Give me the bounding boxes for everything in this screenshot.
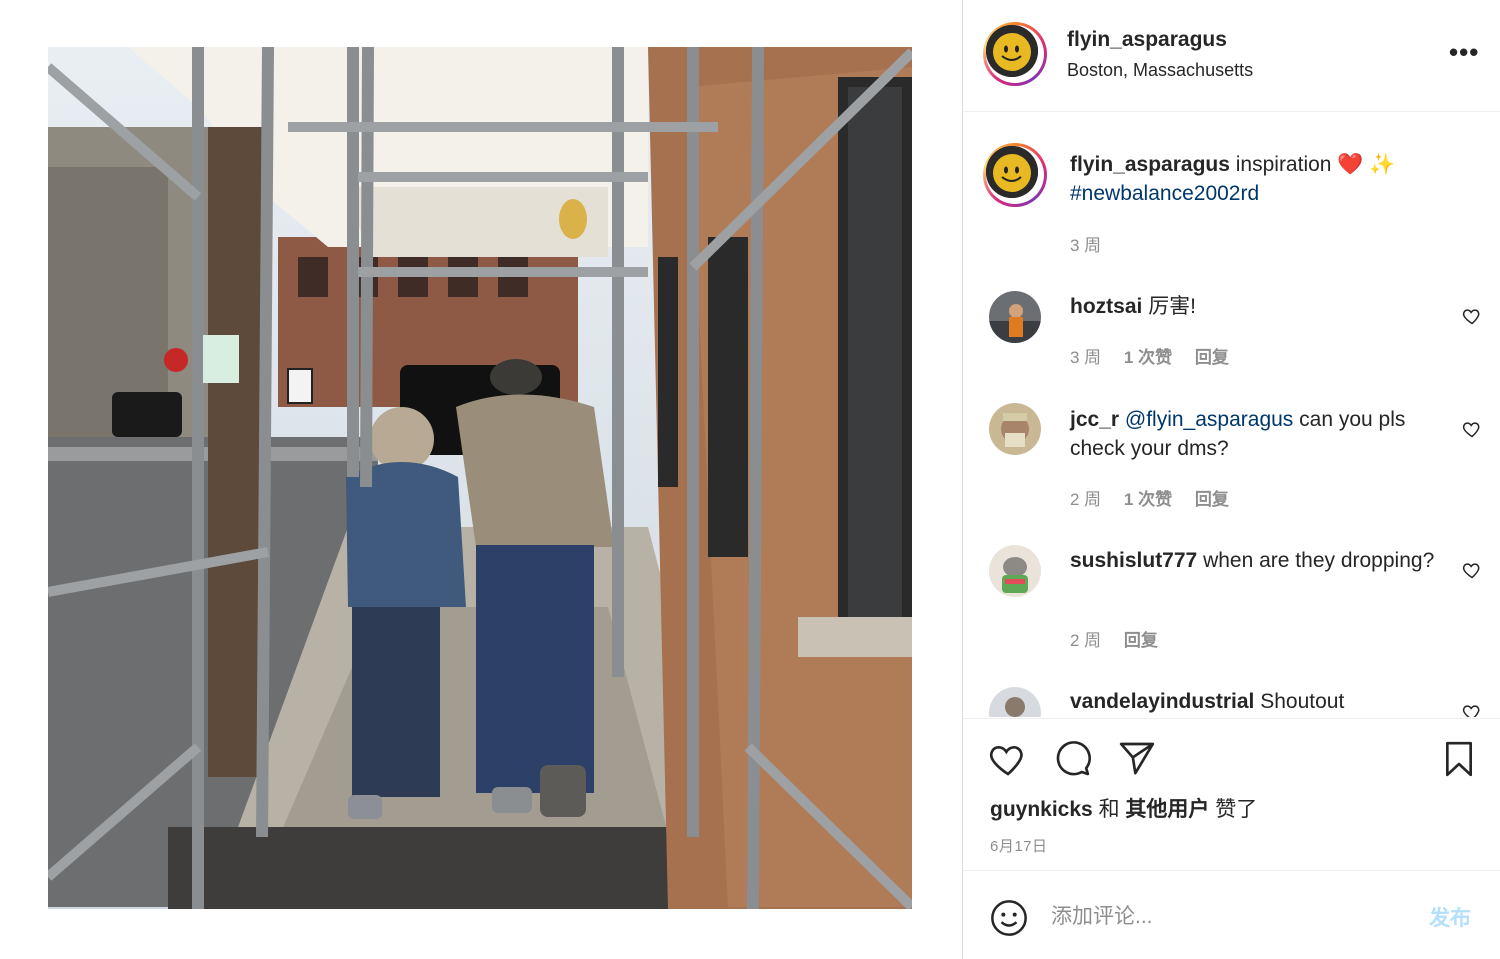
- smiley-avatar-icon: [986, 146, 1038, 198]
- comment-input[interactable]: [1051, 901, 1391, 933]
- comment-text: vandelayindustrial Shoutout: [1070, 687, 1450, 716]
- likes-suffix: 赞了: [1215, 798, 1258, 821]
- comment-meta: 2 周 1 次赞 回复: [1070, 485, 1247, 510]
- smiley-avatar-icon: [986, 25, 1038, 77]
- comment-username[interactable]: hoztsai: [1070, 295, 1142, 318]
- user-photo-icon: [989, 291, 1041, 343]
- post-sidebar: flyin_asparagus Boston, Massachusetts ••…: [962, 0, 1500, 959]
- caption-text: flyin_asparagus inspiration ❤️ ✨ #newbal…: [1070, 150, 1450, 208]
- user-photo-icon: [989, 403, 1041, 455]
- comment-username[interactable]: sushislut777: [1070, 549, 1197, 572]
- caption-username[interactable]: flyin_asparagus: [1070, 153, 1230, 176]
- comment-likes[interactable]: 1 次赞: [1124, 348, 1172, 367]
- comment-heart-icon[interactable]: [1462, 702, 1482, 717]
- comment-body: when are they dropping?: [1203, 549, 1435, 572]
- add-comment-bar: 发布: [963, 870, 1500, 959]
- comment-username[interactable]: vandelayindustrial: [1070, 690, 1254, 713]
- likes-user[interactable]: guynkicks: [990, 798, 1093, 821]
- heart-icon[interactable]: [988, 739, 1028, 779]
- reply-button[interactable]: 回复: [1195, 490, 1229, 509]
- caption-emoji: ❤️ ✨: [1337, 153, 1396, 176]
- comments-list: flyin_asparagus inspiration ❤️ ✨ #newbal…: [963, 113, 1500, 717]
- comment-body: Shoutout: [1260, 690, 1345, 713]
- comment-meta: 3 周 1 次赞 回复: [1070, 343, 1247, 368]
- comment-text: sushislut777 when are they dropping?: [1070, 546, 1450, 575]
- likes-others[interactable]: 其他用户: [1125, 798, 1209, 821]
- comment-time[interactable]: 2 周: [1070, 490, 1101, 509]
- post-photo[interactable]: [48, 47, 912, 909]
- reply-button[interactable]: 回复: [1124, 631, 1158, 650]
- post-header: flyin_asparagus Boston, Massachusetts ••…: [963, 0, 1500, 112]
- comment-time[interactable]: 3 周: [1070, 348, 1101, 367]
- comment-username[interactable]: jcc_r: [1070, 408, 1119, 431]
- comment-text: jcc_r @flyin_asparagus can you pls check…: [1070, 405, 1450, 463]
- likes-connector: 和: [1098, 798, 1120, 821]
- action-bar: guynkicks 和 其他用户 赞了 6月17日: [963, 718, 1500, 870]
- media-pane: [0, 0, 962, 959]
- comment-mention[interactable]: @flyin_asparagus: [1125, 408, 1293, 431]
- more-options-icon[interactable]: •••: [1449, 39, 1479, 65]
- caption-body: inspiration: [1235, 153, 1332, 176]
- caption-meta: 3 周: [1070, 231, 1119, 256]
- comment-avatar[interactable]: [989, 291, 1041, 343]
- comment-text: hoztsai 厉害!: [1070, 292, 1450, 321]
- user-photo-icon: [989, 545, 1041, 597]
- share-icon[interactable]: [1117, 739, 1157, 779]
- comment-likes[interactable]: 1 次赞: [1124, 490, 1172, 509]
- comment-heart-icon[interactable]: [1462, 306, 1482, 326]
- comment-time[interactable]: 2 周: [1070, 631, 1101, 650]
- bookmark-icon[interactable]: [1439, 739, 1479, 779]
- likes-summary: guynkicks 和 其他用户 赞了: [990, 793, 1257, 823]
- comment-icon[interactable]: [1052, 739, 1092, 779]
- caption-time[interactable]: 3 周: [1070, 236, 1101, 255]
- reply-button[interactable]: 回复: [1195, 348, 1229, 367]
- comment-body: 厉害!: [1148, 295, 1197, 318]
- user-photo-icon: [989, 687, 1041, 717]
- comment-avatar[interactable]: [989, 687, 1041, 717]
- comment-meta: 2 周 回复: [1070, 626, 1176, 651]
- comment-avatar[interactable]: [989, 545, 1041, 597]
- post-location[interactable]: Boston, Massachusetts: [1067, 60, 1253, 81]
- comment-avatar[interactable]: [989, 403, 1041, 455]
- photo-illustration: [48, 47, 912, 909]
- comment-heart-icon[interactable]: [1462, 560, 1482, 580]
- caption-hashtag[interactable]: #newbalance2002rd: [1070, 182, 1259, 205]
- post-date[interactable]: 6月17日: [990, 835, 1048, 856]
- comment-heart-icon[interactable]: [1462, 419, 1482, 439]
- post-comment-button[interactable]: 发布: [1429, 902, 1471, 932]
- author-username[interactable]: flyin_asparagus: [1067, 28, 1227, 52]
- author-avatar[interactable]: [983, 22, 1047, 86]
- emoji-icon[interactable]: [989, 898, 1029, 938]
- caption-avatar[interactable]: [983, 143, 1047, 207]
